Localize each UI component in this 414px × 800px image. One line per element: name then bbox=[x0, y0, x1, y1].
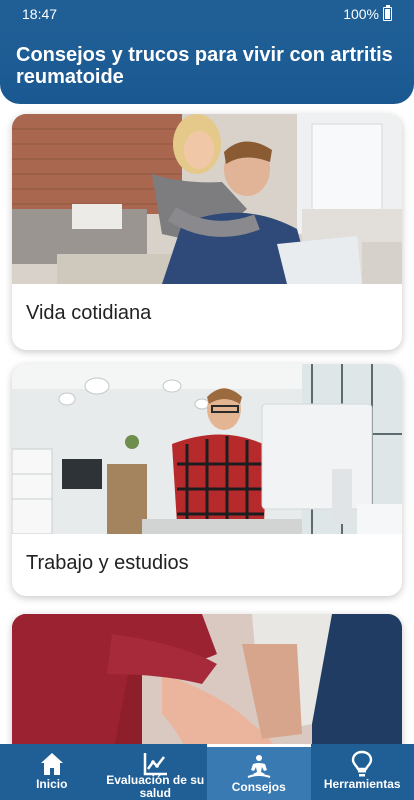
nav-evaluacion[interactable]: Evaluación de su salud bbox=[104, 744, 208, 800]
nav-inicio[interactable]: Inicio bbox=[0, 744, 104, 800]
nav-label: Consejos bbox=[231, 780, 286, 794]
page-title: Consejos y trucos para vivir con artriti… bbox=[16, 44, 393, 88]
battery-icon bbox=[383, 5, 392, 21]
card-relaciones[interactable] bbox=[12, 614, 402, 746]
meditation-icon bbox=[247, 755, 271, 778]
nav-label: Evaluación de su salud bbox=[106, 773, 205, 800]
card-label: Vida cotidiana bbox=[26, 302, 152, 324]
page-header: Consejos y trucos para vivir con artriti… bbox=[0, 28, 414, 104]
battery-indicator: 100% bbox=[343, 5, 392, 22]
card-label: Trabajo y estudios bbox=[26, 552, 189, 574]
man-office-computer-photo bbox=[12, 364, 402, 534]
battery-percent: 100% bbox=[343, 6, 379, 22]
card-vida-cotidiana[interactable]: Vida cotidiana bbox=[12, 114, 402, 350]
holding-hands-photo bbox=[12, 614, 402, 746]
nav-consejos[interactable]: Consejos bbox=[207, 744, 311, 800]
app-screen: 18:47 100% Consejos y trucos para vivir … bbox=[0, 0, 414, 800]
home-icon bbox=[40, 753, 63, 775]
status-time: 18:47 bbox=[22, 6, 58, 22]
nav-label: Herramientas bbox=[323, 777, 401, 791]
tips-list[interactable]: Vida cotidiana Trabajo y estudios bbox=[0, 106, 414, 746]
nav-herramientas[interactable]: Herramientas bbox=[311, 744, 414, 800]
nav-label: Inicio bbox=[36, 777, 68, 791]
status-bar: 18:47 100% bbox=[0, 0, 414, 28]
bottom-navigation: Inicio Evaluación de su salud Consejos H… bbox=[0, 744, 414, 800]
couple-laptop-photo bbox=[12, 114, 402, 284]
card-trabajo-estudios[interactable]: Trabajo y estudios bbox=[12, 364, 402, 596]
lightbulb-icon bbox=[352, 750, 373, 777]
